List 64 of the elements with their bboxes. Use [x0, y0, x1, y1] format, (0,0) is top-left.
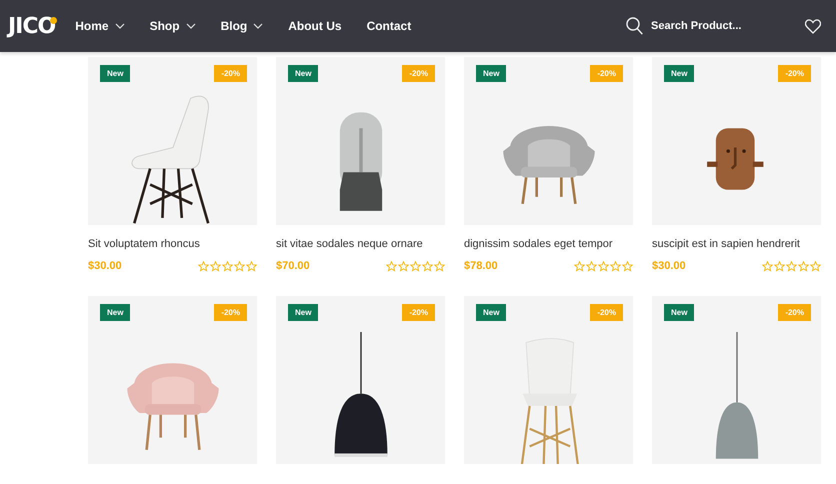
- star-icon[interactable]: [210, 260, 221, 272]
- new-badge: New: [476, 304, 506, 321]
- caret-icon: [186, 23, 196, 29]
- star-icon[interactable]: [598, 260, 609, 272]
- product-price: $70.00: [276, 260, 310, 272]
- star-icon[interactable]: [434, 260, 445, 272]
- product-image[interactable]: New -20%: [464, 57, 633, 225]
- product-image[interactable]: New -20%: [652, 296, 821, 464]
- new-badge: New: [100, 65, 130, 82]
- heart-icon[interactable]: [805, 18, 821, 34]
- product-image[interactable]: New -20%: [276, 57, 445, 225]
- star-icon[interactable]: [398, 260, 409, 272]
- nav-link[interactable]: Contact: [366, 19, 412, 33]
- star-icon[interactable]: [610, 260, 621, 272]
- caret-icon: [253, 23, 264, 29]
- product-image[interactable]: New -20%: [88, 296, 257, 464]
- star-icon[interactable]: [386, 260, 397, 272]
- discount-badge: -20%: [778, 304, 811, 321]
- star-icon[interactable]: [798, 260, 809, 272]
- star-icon[interactable]: [574, 260, 585, 272]
- search-field[interactable]: Search Product...: [651, 20, 751, 32]
- nav-link[interactable]: About Us: [288, 19, 342, 33]
- star-icon[interactable]: [586, 260, 597, 272]
- nav-link[interactable]: Home: [75, 19, 125, 33]
- product-image[interactable]: New -20%: [88, 57, 257, 225]
- nav-link[interactable]: Shop: [150, 19, 196, 33]
- logo[interactable]: JICO: [8, 14, 56, 38]
- star-icon[interactable]: [762, 260, 773, 272]
- star-icon[interactable]: [410, 260, 421, 272]
- new-badge: New: [476, 65, 506, 82]
- discount-badge: -20%: [590, 304, 623, 321]
- product-price: $30.00: [88, 260, 122, 272]
- new-badge: New: [288, 304, 318, 321]
- discount-badge: -20%: [402, 65, 435, 82]
- product-name[interactable]: dignissim sodales eget tempor: [464, 238, 633, 250]
- product-price: $78.00: [464, 260, 498, 272]
- caret-icon: [114, 23, 125, 29]
- star-icon[interactable]: [622, 260, 633, 272]
- new-badge: New: [100, 304, 130, 321]
- product-image[interactable]: New -20%: [276, 296, 445, 464]
- discount-badge: -20%: [778, 65, 811, 82]
- discount-badge: -20%: [214, 304, 247, 321]
- star-icon[interactable]: [422, 260, 433, 272]
- product-price: $30.00: [652, 260, 686, 272]
- search-icon[interactable]: [626, 17, 643, 35]
- discount-badge: -20%: [590, 65, 623, 82]
- star-icon[interactable]: [198, 260, 209, 272]
- star-icon[interactable]: [810, 260, 821, 272]
- product-image[interactable]: New -20%: [464, 296, 633, 464]
- discount-badge: -20%: [214, 65, 247, 82]
- new-badge: New: [664, 304, 694, 321]
- new-badge: New: [288, 65, 318, 82]
- new-badge: New: [664, 65, 694, 82]
- discount-badge: -20%: [402, 304, 435, 321]
- product-name[interactable]: Sit voluptatem rhoncus: [88, 238, 257, 250]
- star-icon[interactable]: [774, 260, 785, 272]
- product-name[interactable]: sit vitae sodales neque ornare: [276, 238, 445, 250]
- star-icon[interactable]: [786, 260, 797, 272]
- star-icon[interactable]: [222, 260, 233, 272]
- star-icon[interactable]: [246, 260, 257, 272]
- nav-link[interactable]: Blog: [220, 19, 264, 33]
- product-name[interactable]: suscipit est in sapien hendrerit: [652, 238, 821, 250]
- product-image[interactable]: New -20%: [652, 57, 821, 225]
- star-icon[interactable]: [234, 260, 245, 272]
